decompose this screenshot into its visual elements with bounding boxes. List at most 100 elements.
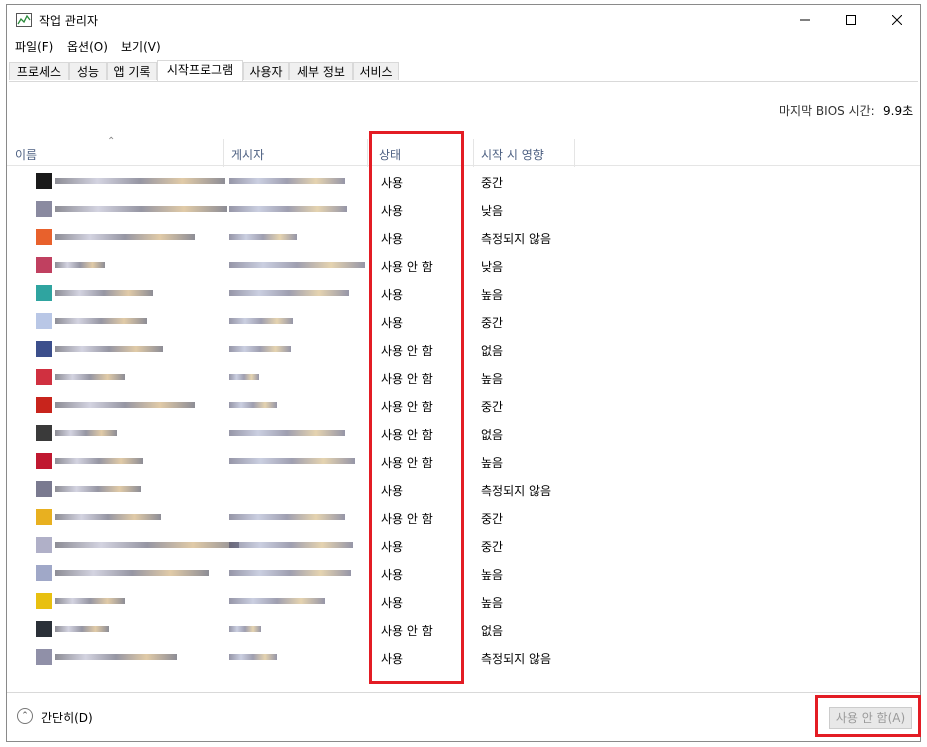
app-icon bbox=[36, 537, 52, 553]
redacted-publisher bbox=[229, 206, 347, 212]
tab-divider bbox=[9, 81, 918, 82]
impact-cell: 높음 bbox=[481, 568, 504, 582]
impact-cell: 낮음 bbox=[481, 204, 504, 218]
redacted-app-name bbox=[55, 486, 141, 492]
redacted-app-name bbox=[55, 290, 153, 296]
impact-cell: 높음 bbox=[481, 288, 504, 302]
menu-options[interactable]: 옵션(O) bbox=[67, 38, 108, 55]
redacted-publisher bbox=[229, 570, 351, 576]
column-divider[interactable] bbox=[367, 139, 368, 167]
redacted-publisher bbox=[229, 542, 353, 548]
app-icon bbox=[36, 397, 52, 413]
window-title: 작업 관리자 bbox=[39, 14, 99, 28]
impact-cell: 높음 bbox=[481, 596, 504, 610]
redacted-publisher bbox=[229, 598, 325, 604]
redacted-publisher bbox=[229, 262, 365, 268]
redacted-publisher bbox=[229, 318, 293, 324]
tab-strip: 프로세스 성능 앱 기록 시작프로그램 사용자 세부 정보 서비스 bbox=[9, 60, 909, 82]
redacted-app-name bbox=[55, 402, 195, 408]
impact-cell: 중간 bbox=[481, 400, 504, 414]
redacted-publisher bbox=[229, 458, 355, 464]
column-header-publisher[interactable]: 게시자 bbox=[231, 146, 264, 163]
redacted-publisher bbox=[229, 178, 345, 184]
redacted-app-name bbox=[55, 542, 239, 548]
impact-cell: 중간 bbox=[481, 540, 504, 554]
minimize-button[interactable] bbox=[782, 5, 828, 35]
app-icon bbox=[36, 621, 52, 637]
tab-details[interactable]: 세부 정보 bbox=[289, 62, 353, 80]
tab-processes[interactable]: 프로세스 bbox=[9, 62, 69, 80]
bios-time-value: 9.9초 bbox=[883, 104, 914, 118]
menu-view[interactable]: 보기(V) bbox=[121, 38, 161, 55]
impact-cell: 측정되지 않음 bbox=[481, 232, 552, 246]
column-divider[interactable] bbox=[223, 139, 224, 167]
column-divider[interactable] bbox=[574, 139, 575, 167]
close-icon bbox=[892, 15, 902, 25]
title-bar: 작업 관리자 bbox=[7, 5, 920, 35]
task-manager-window: 작업 관리자 파일(F) 옵션(O) 보기(V) 프로세스 성능 앱 기록 시작… bbox=[6, 4, 921, 742]
column-header-impact[interactable]: 시작 시 영향 bbox=[481, 146, 544, 163]
redacted-app-name bbox=[55, 514, 161, 520]
redacted-app-name bbox=[55, 178, 225, 184]
impact-cell: 없음 bbox=[481, 428, 504, 442]
app-icon bbox=[36, 649, 52, 665]
redacted-app-name bbox=[55, 626, 109, 632]
redacted-app-name bbox=[55, 234, 195, 240]
app-icon bbox=[36, 565, 52, 581]
close-button[interactable] bbox=[874, 5, 920, 35]
app-icon bbox=[36, 369, 52, 385]
impact-cell: 측정되지 않음 bbox=[481, 484, 552, 498]
redacted-app-name bbox=[55, 654, 177, 660]
task-manager-icon bbox=[16, 13, 32, 27]
maximize-button[interactable] bbox=[828, 5, 874, 35]
impact-cell: 측정되지 않음 bbox=[481, 652, 552, 666]
impact-cell: 중간 bbox=[481, 512, 504, 526]
impact-cell: 낮음 bbox=[481, 260, 504, 274]
app-icon bbox=[36, 425, 52, 441]
app-icon bbox=[36, 593, 52, 609]
redacted-publisher bbox=[229, 374, 259, 380]
column-divider[interactable] bbox=[473, 139, 474, 167]
redacted-publisher bbox=[229, 402, 277, 408]
redacted-publisher bbox=[229, 626, 261, 632]
redacted-app-name bbox=[55, 570, 209, 576]
redacted-app-name bbox=[55, 430, 117, 436]
app-icon bbox=[36, 285, 52, 301]
redacted-publisher bbox=[229, 654, 277, 660]
column-header-name[interactable]: 이름 bbox=[15, 146, 37, 163]
tab-startup[interactable]: 시작프로그램 bbox=[157, 60, 243, 82]
redacted-app-name bbox=[55, 458, 143, 464]
fewer-details-label: 간단히(D) bbox=[41, 711, 93, 725]
app-icon bbox=[36, 257, 52, 273]
app-icon bbox=[36, 229, 52, 245]
redacted-publisher bbox=[229, 290, 349, 296]
redacted-publisher bbox=[229, 514, 345, 520]
menu-file[interactable]: 파일(F) bbox=[15, 38, 53, 55]
impact-cell: 높음 bbox=[481, 456, 504, 470]
tab-users[interactable]: 사용자 bbox=[243, 62, 289, 80]
redacted-publisher bbox=[229, 430, 345, 436]
impact-cell: 중간 bbox=[481, 316, 504, 330]
status-column-highlight bbox=[369, 131, 464, 684]
impact-cell: 없음 bbox=[481, 344, 504, 358]
tab-app-history[interactable]: 앱 기록 bbox=[107, 62, 157, 80]
minimize-icon bbox=[800, 19, 810, 21]
redacted-publisher bbox=[229, 346, 291, 352]
app-icon bbox=[36, 313, 52, 329]
impact-cell: 중간 bbox=[481, 176, 504, 190]
bios-time-label: 마지막 BIOS 시간: bbox=[779, 104, 875, 118]
tab-services[interactable]: 서비스 bbox=[353, 62, 399, 80]
chevron-up-icon: ⌃ bbox=[17, 708, 33, 724]
app-icon bbox=[36, 453, 52, 469]
impact-cell: 없음 bbox=[481, 624, 504, 638]
maximize-icon bbox=[846, 15, 856, 25]
redacted-app-name bbox=[55, 318, 147, 324]
footer-divider bbox=[7, 692, 920, 693]
redacted-app-name bbox=[55, 346, 163, 352]
tab-performance[interactable]: 성능 bbox=[69, 62, 107, 80]
app-icon bbox=[36, 341, 52, 357]
impact-cell: 높음 bbox=[481, 372, 504, 386]
app-icon bbox=[36, 201, 52, 217]
app-icon bbox=[36, 481, 52, 497]
redacted-app-name bbox=[55, 262, 105, 268]
